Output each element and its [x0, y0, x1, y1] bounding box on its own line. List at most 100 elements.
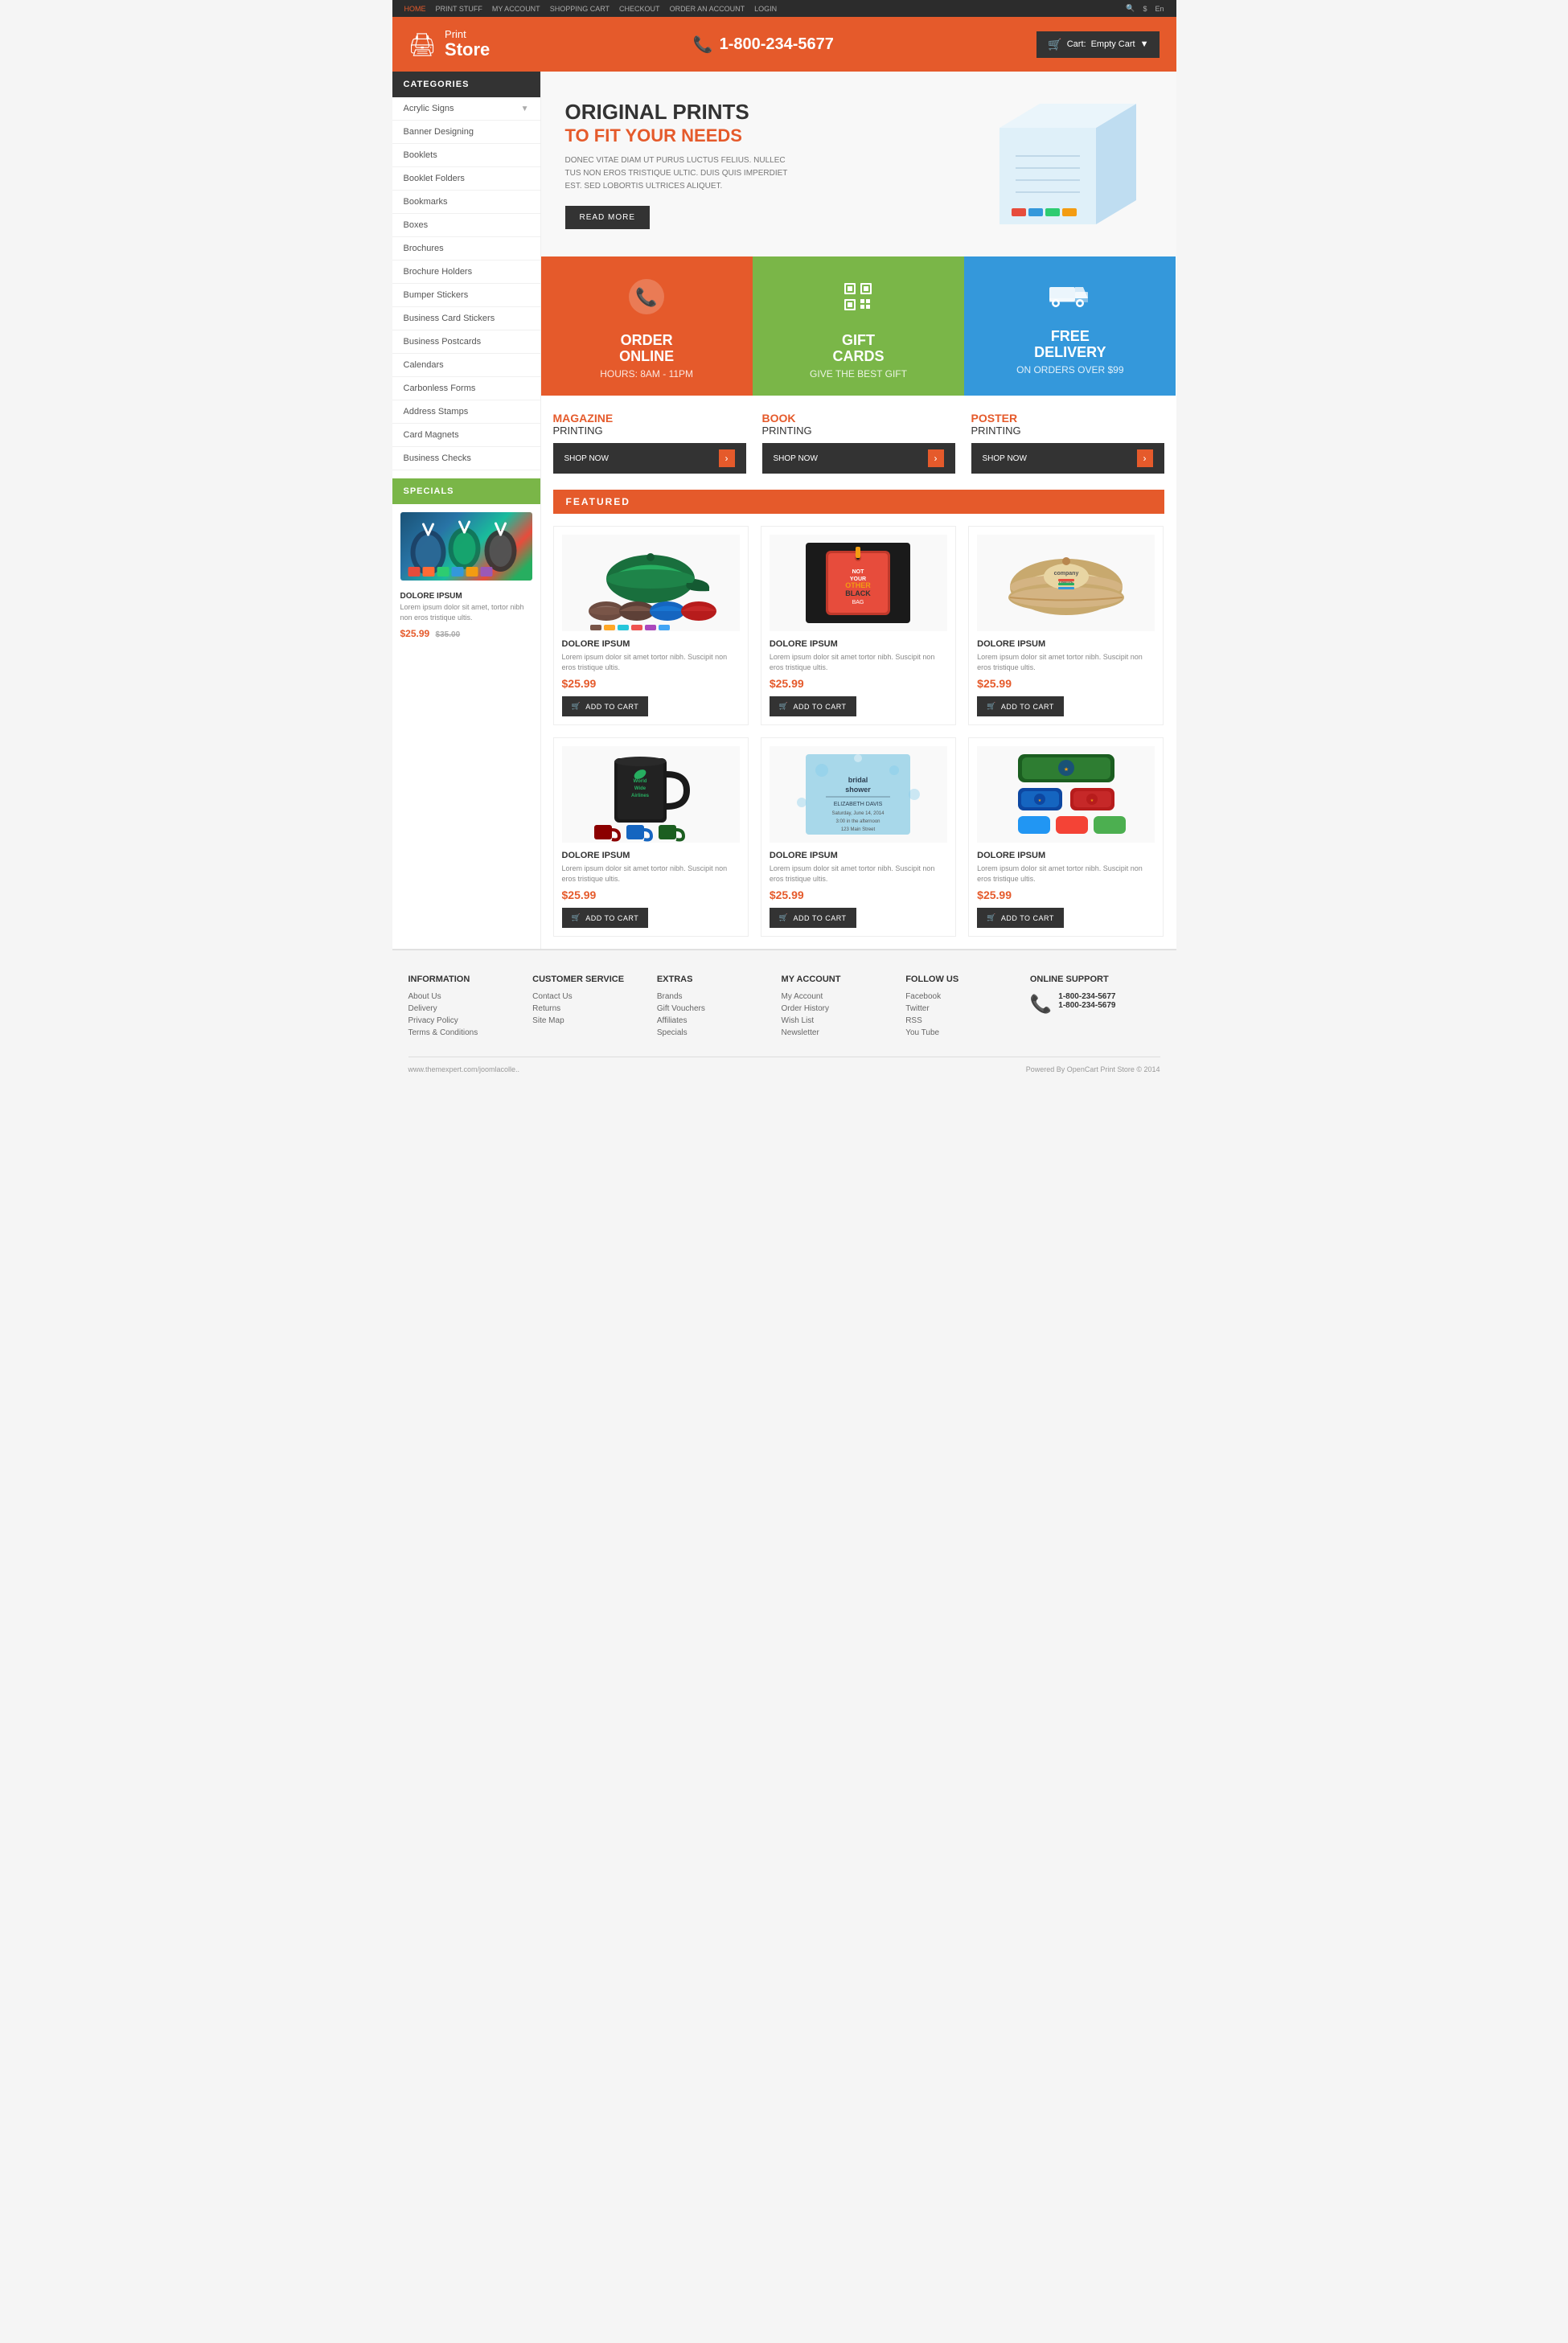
footer-link-vouchers[interactable]: Gift Vouchers — [657, 1004, 766, 1013]
svg-text:company: company — [1053, 571, 1078, 577]
footer-link-privacy[interactable]: Privacy Policy — [408, 1016, 517, 1025]
nav-login[interactable]: LOGIN — [754, 5, 777, 13]
footer-link-delivery[interactable]: Delivery — [408, 1004, 517, 1013]
logo[interactable]: 🖨 Print Store — [408, 29, 491, 59]
printing-book: BOOK PRINTING SHOP NOW › — [762, 412, 955, 474]
feature-boxes: 📞 ORDERONLINE HOURS: 8AM - 11PM — [541, 256, 1176, 396]
add-to-cart-button-1[interactable]: 🛒 ADD TO CART — [770, 696, 856, 716]
svg-text:★: ★ — [1090, 798, 1094, 803]
footer-link-twitter[interactable]: Twitter — [905, 1004, 1014, 1013]
product-card-tags: NOT YOUR OTHER BLACK BAG DOLORE IPSUM Lo… — [761, 526, 956, 725]
feature-box-delivery[interactable]: FREEDELIVERY ON ORDERS OVER $99 — [964, 256, 1176, 396]
read-more-button[interactable]: READ MORE — [565, 206, 651, 229]
cart-icon: 🛒 — [987, 913, 996, 922]
footer-link-wishlist[interactable]: Wish List — [782, 1016, 890, 1025]
feature-box-gift[interactable]: GIFTCARDS GIVE THE BEST GIFT — [753, 256, 964, 396]
nav-checkout[interactable]: CHECKOUT — [619, 5, 660, 13]
main-wrapper: CATEGORIES Acrylic Signs ▼ Banner Design… — [392, 72, 1176, 949]
footer-link-myaccount[interactable]: My Account — [782, 992, 890, 1001]
sidebar-item-acrylic[interactable]: Acrylic Signs ▼ — [392, 97, 540, 121]
sidebar-item-brochures[interactable]: Brochures — [392, 237, 540, 261]
svg-text:OTHER: OTHER — [846, 581, 872, 589]
nav-cart[interactable]: SHOPPING CART — [550, 5, 610, 13]
product-name: DOLORE IPSUM — [977, 639, 1155, 649]
footer-link-returns[interactable]: Returns — [532, 1004, 641, 1013]
footer-link-contact[interactable]: Contact Us — [532, 992, 641, 1001]
sidebar-item-brochure-holders[interactable]: Brochure Holders — [392, 261, 540, 284]
sidebar-item-business-postcards[interactable]: Business Postcards — [392, 330, 540, 354]
printing-magazine: MAGAZINE PRINTING SHOP NOW › — [553, 412, 746, 474]
nav-home[interactable]: HOME — [404, 5, 426, 13]
footer-link-about[interactable]: About Us — [408, 992, 517, 1001]
add-to-cart-button-0[interactable]: 🛒 ADD TO CART — [562, 696, 649, 716]
nav-account[interactable]: MY ACCOUNT — [492, 5, 540, 13]
sidebar-item-bookmarks[interactable]: Bookmarks — [392, 191, 540, 214]
product-desc: Lorem ipsum dolor sit amet tortor nibh. … — [977, 864, 1155, 884]
feature-box-subtitle: HOURS: 8AM - 11PM — [600, 368, 693, 380]
sidebar-item-boxes[interactable]: Boxes — [392, 214, 540, 237]
cart-chevron: ▼ — [1140, 39, 1149, 49]
arrow-icon: › — [928, 449, 944, 467]
footer-url: www.themexpert.com/joomlacolle.. — [408, 1065, 520, 1073]
svg-text:NOT: NOT — [852, 569, 865, 575]
footer-link-specials[interactable]: Specials — [657, 1028, 766, 1037]
sidebar-item-booklets[interactable]: Booklets — [392, 144, 540, 167]
search-icon[interactable]: 🔍 — [1126, 4, 1135, 13]
sidebar-item-label: Boxes — [404, 220, 429, 230]
add-to-cart-button-3[interactable]: 🛒 ADD TO CART — [562, 908, 649, 928]
sidebar-item-carbonless-forms[interactable]: Carbonless Forms — [392, 377, 540, 400]
nav-print[interactable]: PRINT STUFF — [436, 5, 482, 13]
sidebar-item-business-checks[interactable]: Business Checks — [392, 447, 540, 470]
add-to-cart-button-4[interactable]: 🛒 ADD TO CART — [770, 908, 856, 928]
arrow-icon: › — [1137, 449, 1153, 467]
footer-link-affiliates[interactable]: Affiliates — [657, 1016, 766, 1025]
add-to-cart-button-2[interactable]: 🛒 ADD TO CART — [977, 696, 1064, 716]
svg-text:BLACK: BLACK — [846, 589, 872, 597]
shop-now-poster-button[interactable]: SHOP NOW › — [971, 443, 1164, 474]
printing-poster: POSTER PRINTING SHOP NOW › — [971, 412, 1164, 474]
footer-link-newsletter[interactable]: Newsletter — [782, 1028, 890, 1037]
product-name: DOLORE IPSUM — [562, 851, 740, 860]
product-name: DOLORE IPSUM — [977, 851, 1155, 860]
shop-now-magazine-button[interactable]: SHOP NOW › — [553, 443, 746, 474]
language-selector[interactable]: En — [1155, 5, 1164, 13]
nav-order[interactable]: ORDER AN ACCOUNT — [670, 5, 745, 13]
featured-header: FEATURED — [553, 490, 1164, 514]
svg-text:3:00 in the afternoon: 3:00 in the afternoon — [836, 819, 880, 824]
sidebar-item-address-stamps[interactable]: Address Stamps — [392, 400, 540, 424]
sidebar-item-banner[interactable]: Banner Designing — [392, 121, 540, 144]
shop-now-book-button[interactable]: SHOP NOW › — [762, 443, 955, 474]
sidebar-item-bumper-stickers[interactable]: Bumper Stickers — [392, 284, 540, 307]
sidebar-item-booklet-folders[interactable]: Booklet Folders — [392, 167, 540, 191]
sidebar-item-label: Bumper Stickers — [404, 290, 469, 300]
footer-link-brands[interactable]: Brands — [657, 992, 766, 1001]
footer-link-sitemap[interactable]: Site Map — [532, 1016, 641, 1025]
footer-link-rss[interactable]: RSS — [905, 1016, 1014, 1025]
add-to-cart-button-5[interactable]: 🛒 ADD TO CART — [977, 908, 1064, 928]
footer-link-youtube[interactable]: You Tube — [905, 1028, 1014, 1037]
sidebar-item-label: Acrylic Signs — [404, 104, 454, 113]
footer-link-terms[interactable]: Terms & Conditions — [408, 1028, 517, 1037]
sidebar-item-business-card-stickers[interactable]: Business Card Stickers — [392, 307, 540, 330]
hero-subtitle: TO FIT YOUR NEEDS — [565, 125, 790, 146]
support-phone-2: 1-800-234-5679 — [1058, 1001, 1115, 1010]
printing-type: MAGAZINE — [553, 412, 746, 425]
feature-box-order[interactable]: 📞 ORDERONLINE HOURS: 8AM - 11PM — [541, 256, 753, 396]
sidebar-item-calendars[interactable]: Calendars — [392, 354, 540, 377]
sidebar-item-card-magnets[interactable]: Card Magnets — [392, 424, 540, 447]
footer-link-facebook[interactable]: Facebook — [905, 992, 1014, 1001]
product-price: $25.99 — [977, 888, 1155, 901]
footer-bottom: www.themexpert.com/joomlacolle.. Powered… — [408, 1057, 1160, 1073]
footer-copyright: Powered By OpenCart Print Store © 2014 — [1026, 1065, 1160, 1073]
cart-button[interactable]: 🛒 Cart: Empty Cart ▼ — [1036, 31, 1160, 58]
footer-col-title: ONLINE SUPPORT — [1030, 975, 1160, 984]
footer-grid: INFORMATION About Us Delivery Privacy Po… — [408, 975, 1160, 1040]
printing-label: PRINTING — [762, 425, 955, 437]
currency-selector[interactable]: $ — [1143, 5, 1147, 13]
truck-icon — [1048, 281, 1092, 321]
product-image-bands: ★ ★ ★ — [977, 746, 1155, 843]
footer-link-orders[interactable]: Order History — [782, 1004, 890, 1013]
printing-type: POSTER — [971, 412, 1164, 425]
product-card-hat: company name DOLORE IPSUM Lorem ipsum do… — [968, 526, 1164, 725]
footer-col-support: ONLINE SUPPORT 📞 1-800-234-5677 1-800-23… — [1030, 975, 1160, 1040]
